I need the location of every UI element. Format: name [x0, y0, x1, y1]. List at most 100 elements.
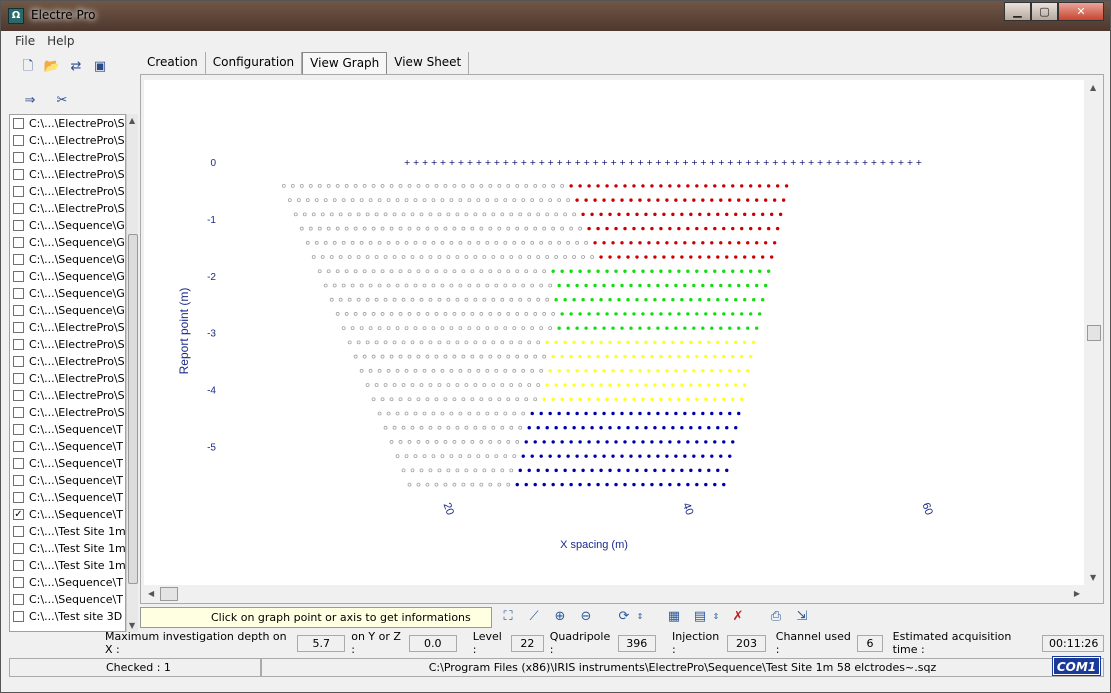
measured-point[interactable] [557, 454, 561, 458]
quadripole-point[interactable] [566, 240, 571, 245]
measured-point[interactable] [602, 369, 606, 373]
measured-point[interactable] [689, 212, 693, 217]
quadripole-point[interactable] [338, 212, 343, 217]
quadripole-point[interactable] [476, 240, 481, 245]
quadripole-point[interactable] [464, 212, 469, 217]
measured-point[interactable] [680, 212, 684, 217]
quadripole-point[interactable] [404, 240, 409, 245]
quadripole-point[interactable] [320, 212, 325, 217]
measured-point[interactable] [737, 411, 741, 416]
measured-point[interactable] [737, 369, 741, 373]
measured-point[interactable] [656, 241, 660, 245]
quadripole-point[interactable] [503, 368, 508, 373]
quadripole-point[interactable] [521, 411, 526, 416]
scroll-up-icon[interactable]: ▲ [129, 116, 135, 125]
quadripole-point[interactable] [353, 183, 358, 188]
measured-point[interactable] [650, 354, 654, 359]
quadripole-point[interactable] [347, 297, 352, 302]
measured-point[interactable] [695, 482, 699, 487]
measured-point[interactable] [596, 440, 600, 444]
measured-point[interactable] [548, 369, 552, 373]
quadripole-point[interactable] [440, 283, 445, 288]
measured-point[interactable] [638, 283, 642, 288]
measured-point[interactable] [701, 411, 705, 416]
quadripole-point[interactable] [341, 198, 346, 203]
quadripole-point[interactable] [422, 240, 427, 245]
measured-point[interactable] [680, 468, 684, 473]
electrode-marker[interactable]: + [700, 158, 707, 167]
checkbox[interactable] [13, 441, 24, 452]
measured-point[interactable] [617, 340, 621, 345]
measured-point[interactable] [686, 397, 690, 401]
measured-point[interactable] [698, 340, 702, 345]
spin-icon[interactable]: ⇕ [634, 607, 646, 627]
measured-point[interactable] [692, 326, 696, 330]
quadripole-point[interactable] [458, 368, 463, 373]
quadripole-point[interactable] [380, 397, 385, 402]
measured-point[interactable] [548, 411, 552, 416]
measured-point[interactable] [629, 454, 633, 458]
quadripole-point[interactable] [401, 297, 406, 302]
quadripole-point[interactable] [530, 368, 535, 373]
measured-point[interactable] [734, 426, 738, 430]
quadripole-point[interactable] [407, 269, 412, 274]
measured-point[interactable] [629, 198, 633, 202]
measured-point[interactable] [707, 426, 711, 430]
measured-point[interactable] [656, 326, 660, 330]
measured-point[interactable] [581, 426, 585, 430]
measured-point[interactable] [644, 468, 648, 473]
electrode-marker[interactable]: + [422, 158, 429, 167]
measured-point[interactable] [746, 369, 750, 373]
quadripole-point[interactable] [458, 411, 463, 416]
measured-point[interactable] [668, 482, 672, 487]
measured-point[interactable] [728, 198, 732, 202]
measured-point[interactable] [751, 212, 756, 217]
quadripole-point[interactable] [524, 183, 529, 188]
import-icon[interactable]: ⇒ [21, 92, 39, 110]
measured-point[interactable] [754, 283, 759, 288]
measured-point[interactable] [647, 283, 651, 288]
zoom-in-icon[interactable]: ⊕ [550, 607, 570, 627]
quadripole-point[interactable] [437, 425, 442, 430]
measured-point[interactable] [608, 383, 612, 387]
quadripole-point[interactable] [470, 183, 475, 188]
measured-point[interactable] [722, 397, 726, 401]
quadripole-point[interactable] [332, 240, 337, 245]
measured-point[interactable] [680, 255, 684, 259]
measured-point[interactable] [716, 340, 720, 345]
measured-point[interactable] [551, 440, 555, 444]
measured-point[interactable] [611, 241, 615, 245]
quadripole-point[interactable] [305, 198, 310, 203]
measured-point[interactable] [722, 440, 726, 444]
measured-point[interactable] [689, 340, 693, 345]
measured-point[interactable] [695, 226, 699, 231]
quadripole-point[interactable] [488, 482, 493, 487]
list-item[interactable]: C:\...\Sequence\T [10, 574, 125, 591]
quadripole-point[interactable] [377, 368, 382, 373]
electrode-marker[interactable]: + [637, 158, 644, 167]
electrode-marker[interactable]: + [431, 158, 438, 167]
electrode-marker[interactable]: + [871, 158, 878, 167]
print-icon[interactable]: ⎙ [766, 607, 786, 627]
quadripole-point[interactable] [488, 440, 493, 444]
measured-point[interactable] [614, 184, 618, 188]
list-item[interactable]: C:\...\Test Site 1m [10, 540, 125, 557]
measured-point[interactable] [647, 411, 651, 416]
quadripole-point[interactable] [479, 482, 484, 487]
quadripole-point[interactable] [437, 383, 442, 387]
quadripole-point[interactable] [449, 454, 454, 459]
measured-point[interactable] [683, 369, 687, 373]
measured-point[interactable] [689, 383, 693, 387]
quadripole-point[interactable] [398, 226, 403, 231]
measured-point[interactable] [659, 397, 663, 401]
quadripole-point[interactable] [458, 454, 463, 459]
quadripole-point[interactable] [536, 297, 541, 302]
measured-point[interactable] [653, 255, 657, 259]
tab-view-sheet[interactable]: View Sheet [387, 52, 470, 74]
quadripole-point[interactable] [434, 269, 439, 274]
quadripole-point[interactable] [365, 212, 370, 217]
measured-point[interactable] [554, 426, 558, 430]
quadripole-point[interactable] [332, 198, 337, 203]
quadripole-point[interactable] [353, 269, 358, 274]
measured-point[interactable] [584, 369, 588, 373]
